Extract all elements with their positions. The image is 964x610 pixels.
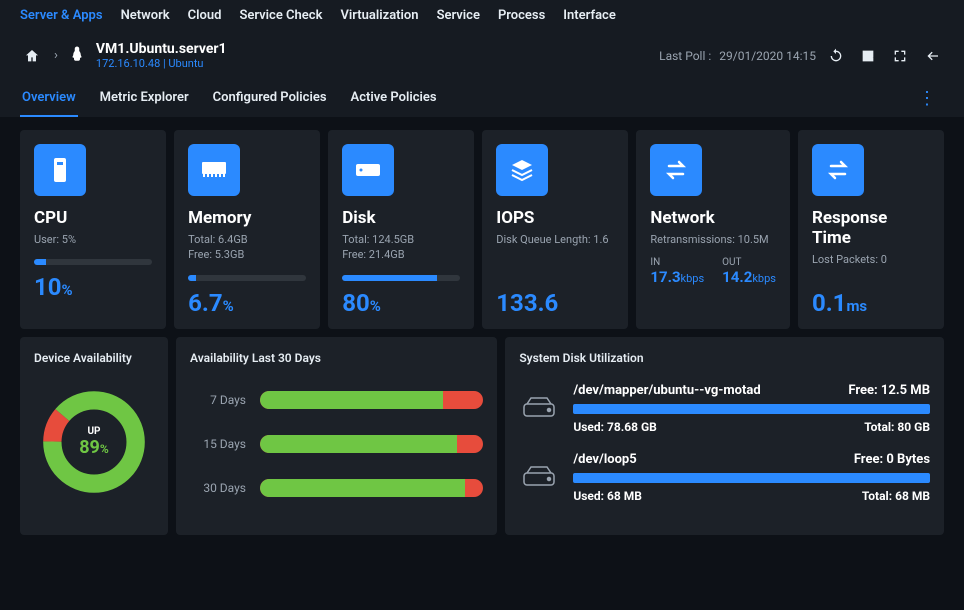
menu-dots-icon[interactable]: ⋮ xyxy=(910,80,944,117)
memory-icon xyxy=(188,144,240,196)
breadcrumb-bar: › VM1.Ubuntu.server1 172.16.10.48 | Ubun… xyxy=(0,31,964,80)
response-value: 0.1 xyxy=(812,289,847,317)
cpu-sub: User: 5% xyxy=(34,232,152,247)
sub-nav: Overview Metric Explorer Configured Poli… xyxy=(0,80,964,118)
network-title: Network xyxy=(650,208,776,228)
response-card: Response Time Lost Packets: 0 0.1ms xyxy=(798,130,944,329)
disk-title: Disk xyxy=(342,208,460,228)
nav-virtualization[interactable]: Virtualization xyxy=(340,8,418,23)
tab-metric-explorer[interactable]: Metric Explorer xyxy=(98,80,191,117)
iops-sub: Disk Queue Length: 1.6 xyxy=(496,232,614,247)
home-icon[interactable] xyxy=(20,44,44,68)
network-card: Network Retransmissions: 10.5M IN17.3kbp… xyxy=(636,130,790,329)
last-poll-label: Last Poll : xyxy=(659,49,711,63)
tab-active-policies[interactable]: Active Policies xyxy=(349,80,439,117)
cpu-title: CPU xyxy=(34,208,152,228)
availability-donut: UP 89% xyxy=(39,387,149,497)
disk-utilization-title: System Disk Utilization xyxy=(519,351,930,365)
donut-percent: 89 xyxy=(79,437,100,458)
net-in-label: IN xyxy=(650,257,704,268)
avail-row-30days: 30 Days xyxy=(190,479,483,497)
tab-overview[interactable]: Overview xyxy=(20,80,78,117)
avail-label-15: 15 Days xyxy=(190,437,246,451)
breadcrumb-subtitle: 172.16.10.48 | Ubuntu xyxy=(96,57,227,70)
image-icon[interactable] xyxy=(856,44,880,68)
disk-bar-1 xyxy=(573,473,930,483)
avail-label-7: 7 Days xyxy=(190,393,246,407)
cpu-card: CPU User: 5% 10% xyxy=(20,130,166,329)
response-title: Response Time xyxy=(812,208,930,248)
nav-cloud[interactable]: Cloud xyxy=(188,8,222,23)
net-out-label: OUT xyxy=(722,257,776,268)
disk-path-0: /dev/mapper/ubuntu--vg-motad xyxy=(573,383,760,398)
avail-row-15days: 15 Days xyxy=(190,435,483,453)
net-out-unit: kbps xyxy=(752,272,776,285)
disk-total-0: Total: 80 GB xyxy=(864,420,930,434)
nav-service-check[interactable]: Service Check xyxy=(239,8,322,23)
cpu-unit: % xyxy=(62,281,73,299)
disk-value: 80 xyxy=(342,289,370,317)
nav-interface[interactable]: Interface xyxy=(563,8,616,23)
disk-card: Disk Total: 124.5GB Free: 21.4GB 80% xyxy=(328,130,474,329)
expand-icon[interactable] xyxy=(888,44,912,68)
disk-free: Free: 21.4GB xyxy=(342,248,404,261)
memory-card: Memory Total: 6.4GB Free: 5.3GB 6.7% xyxy=(174,130,320,329)
donut-up-label: UP xyxy=(79,426,109,437)
tab-configured-policies[interactable]: Configured Policies xyxy=(211,80,329,117)
nav-process[interactable]: Process xyxy=(498,8,545,23)
response-sub: Lost Packets: 0 xyxy=(812,252,930,267)
cpu-value: 10 xyxy=(34,273,62,301)
avail-row-7days: 7 Days xyxy=(190,391,483,409)
nav-network[interactable]: Network xyxy=(121,8,170,23)
iops-value: 133.6 xyxy=(496,289,558,317)
net-out-value: 14.2 xyxy=(722,268,752,286)
net-in-value: 17.3 xyxy=(650,268,680,286)
net-in-unit: kbps xyxy=(681,272,705,285)
linux-icon xyxy=(68,45,86,67)
disk-bar-0 xyxy=(573,404,930,414)
device-availability-title: Device Availability xyxy=(34,351,154,365)
disk-util-row-1: /dev/loop5 Free: 0 Bytes Used: 68 MB Total… xyxy=(519,452,930,503)
disk-unit: % xyxy=(370,297,381,315)
availability-30days-title: Availability Last 30 Days xyxy=(190,351,483,365)
breadcrumb-title: VM1.Ubuntu.server1 xyxy=(96,41,227,57)
disk-free-1: Free: 0 Bytes xyxy=(854,452,930,467)
disk-icon xyxy=(342,144,394,196)
availability-30days-card: Availability Last 30 Days 7 Days 15 Days… xyxy=(176,337,497,535)
iops-title: IOPS xyxy=(496,208,614,228)
response-icon xyxy=(812,144,864,196)
nav-server-apps[interactable]: Server & Apps xyxy=(20,8,103,23)
memory-value: 6.7 xyxy=(188,289,223,317)
disk-total: Total: 124.5GB xyxy=(342,233,414,246)
drive-icon xyxy=(519,457,559,497)
top-nav: Server & Apps Network Cloud Service Chec… xyxy=(0,0,964,31)
memory-title: Memory xyxy=(188,208,306,228)
memory-free: Free: 5.3GB xyxy=(188,248,244,261)
disk-utilization-card: System Disk Utilization /dev/mapper/ubun… xyxy=(505,337,944,535)
last-poll-time: 29/01/2020 14:15 xyxy=(719,49,816,63)
collapse-icon[interactable] xyxy=(920,44,944,68)
disk-free-0: Free: 12.5 MB xyxy=(848,383,930,398)
disk-total-1: Total: 68 MB xyxy=(862,489,930,503)
network-icon xyxy=(650,144,702,196)
disk-util-row-0: /dev/mapper/ubuntu--vg-motad Free: 12.5 M… xyxy=(519,383,930,434)
disk-used-0: Used: 78.68 GB xyxy=(573,420,657,434)
refresh-icon[interactable] xyxy=(824,44,848,68)
network-sub: Retransmissions: 10.5M xyxy=(650,232,776,247)
avail-label-30: 30 Days xyxy=(190,481,246,495)
chevron-icon: › xyxy=(54,48,58,63)
memory-total: Total: 6.4GB xyxy=(188,233,248,246)
stat-row: CPU User: 5% 10% Memory Total: 6.4GB Free… xyxy=(20,130,944,329)
disk-used-1: Used: 68 MB xyxy=(573,489,642,503)
drive-icon xyxy=(519,388,559,428)
nav-service[interactable]: Service xyxy=(437,8,480,23)
memory-unit: % xyxy=(223,297,234,315)
disk-path-1: /dev/loop5 xyxy=(573,452,636,467)
device-availability-card: Device Availability UP 89% xyxy=(20,337,168,535)
iops-card: IOPS Disk Queue Length: 1.6 133.6 xyxy=(482,130,628,329)
iops-icon xyxy=(496,144,548,196)
cpu-icon xyxy=(34,144,86,196)
response-unit: ms xyxy=(846,297,867,315)
